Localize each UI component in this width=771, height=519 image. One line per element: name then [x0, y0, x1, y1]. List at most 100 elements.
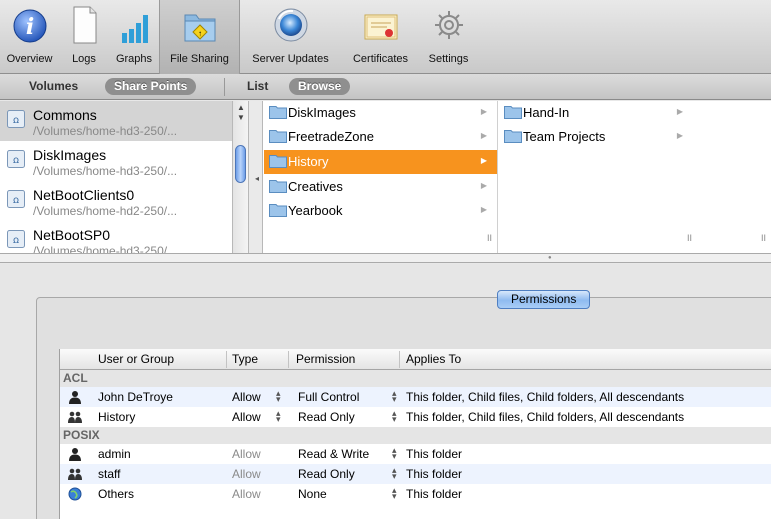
share-point-icon: ꭥ	[7, 150, 25, 168]
folder-icon	[269, 106, 287, 119]
disclosure-arrow-icon: ▶	[480, 205, 487, 214]
toolbar: i Overview Logs Graphs ↑ File Sharing Se…	[0, 0, 771, 74]
folder-row[interactable]: FreetradeZone ▶	[264, 125, 497, 149]
share-point-icon: ꭥ	[7, 230, 25, 248]
disclosure-arrow-icon: ▶	[480, 107, 487, 116]
folder-icon	[269, 155, 287, 168]
scope-divider	[224, 78, 225, 96]
toolbar-logs-button[interactable]: Logs	[59, 0, 109, 74]
toolbar-graphs-button[interactable]: Graphs	[109, 0, 159, 74]
column-resize-handle-icon[interactable]: II	[487, 233, 492, 243]
stepper-icon[interactable]: ▴ ▾	[392, 466, 397, 481]
toolbar-settings-button[interactable]: Settings	[420, 0, 477, 74]
share-list-scrollbar[interactable]: ▲ ▼	[232, 101, 248, 253]
globe-icon	[68, 487, 82, 501]
share-points-scope-button[interactable]: Share Points	[105, 78, 197, 95]
horizontal-splitter[interactable]: ●	[0, 253, 771, 263]
list-view-button[interactable]: List	[247, 79, 268, 93]
share-point-icon: ꭥ	[7, 190, 25, 208]
group-header-posix: POSIX	[60, 427, 771, 444]
info-icon: i	[13, 9, 46, 43]
volumes-scope-button[interactable]: Volumes	[29, 79, 78, 93]
stepper-icon[interactable]: ▴ ▾	[276, 409, 281, 424]
splitter-grip-icon: ◂	[255, 174, 260, 183]
folder-row[interactable]: Hand-In ▶	[499, 101, 771, 125]
software-update-icon	[274, 8, 307, 42]
gear-icon	[434, 11, 463, 39]
document-icon	[73, 6, 97, 44]
stepper-icon[interactable]: ▴ ▾	[392, 446, 397, 461]
table-row[interactable]: John DeTroye Allow ▴ ▾ Full Control ▴ ▾ Th…	[60, 387, 771, 407]
permissions-pane: Permissions User or Group Type Permissio…	[0, 264, 771, 519]
certificate-icon	[364, 14, 397, 40]
tab-permissions[interactable]: Permissions	[497, 290, 591, 309]
acl-table: User or Group Type Permission Applies To…	[59, 349, 771, 519]
svg-text:↑: ↑	[198, 29, 202, 38]
stepper-icon[interactable]: ▴ ▾	[276, 389, 281, 404]
column-header-applies-to[interactable]: Applies To	[406, 352, 461, 366]
toolbar-certificates-button[interactable]: Certificates	[341, 0, 420, 74]
column-resize-handle-icon[interactable]: II	[761, 233, 766, 243]
disclosure-arrow-icon: ▶	[676, 131, 683, 140]
folder-icon	[504, 106, 522, 119]
toolbar-file-sharing-button[interactable]: ↑ File Sharing	[159, 0, 240, 74]
folder-icon	[269, 130, 287, 143]
browse-view-button[interactable]: Browse	[289, 78, 351, 95]
toolbar-overview-button[interactable]: i Overview	[0, 0, 59, 74]
scrollbar-thumb[interactable]	[235, 145, 246, 183]
splitter-dot-icon: ●	[548, 255, 552, 261]
folder-row[interactable]: DiskImages ▶	[264, 101, 497, 125]
share-point-icon: ꭥ	[7, 110, 25, 128]
folder-row[interactable]: Team Projects ▶	[499, 125, 771, 149]
folder-icon	[269, 204, 287, 217]
stepper-icon[interactable]: ▴ ▾	[392, 486, 397, 501]
toolbar-server-updates-button[interactable]: Server Updates	[240, 0, 341, 74]
table-row[interactable]: Others Allow None ▴ ▾ This folder	[60, 484, 771, 504]
column-divider	[226, 351, 227, 368]
share-point-item[interactable]: ꭥ NetBootClients0 /Volumes/home-hd2-250/…	[0, 181, 232, 221]
column-header-type[interactable]: Type	[232, 352, 258, 366]
share-point-item[interactable]: ꭥ DiskImages /Volumes/home-hd3-250/...	[0, 141, 232, 181]
scope-bar: Volumes Share Points List Browse	[0, 74, 771, 100]
folder-row-selected[interactable]: History ▶	[264, 150, 497, 174]
stepper-icon[interactable]: ▴ ▾	[392, 409, 397, 424]
group-header-acl: ACL	[60, 370, 771, 387]
scroll-down-arrow-icon[interactable]: ▼	[237, 113, 245, 122]
group-icon	[68, 468, 82, 480]
folder-icon	[269, 180, 287, 193]
column-resize-handle-icon[interactable]: II	[687, 233, 692, 243]
table-row[interactable]: History Allow ▴ ▾ Read Only ▴ ▾ This folde…	[60, 407, 771, 427]
vertical-splitter[interactable]: ◂	[248, 101, 263, 253]
column-divider	[399, 351, 400, 368]
column-divider	[288, 351, 289, 368]
server-admin-window: i Overview Logs Graphs ↑ File Sharing Se…	[0, 0, 771, 519]
scroll-up-arrow-icon[interactable]: ▲	[237, 103, 245, 112]
share-point-list: ꭥ Commons /Volumes/home-hd3-250/... ꭥ Di…	[0, 101, 232, 253]
disclosure-arrow-icon: ▶	[480, 181, 487, 190]
svg-text:ꭥ: ꭥ	[13, 155, 19, 166]
column-header-permission[interactable]: Permission	[296, 352, 355, 366]
group-icon	[68, 411, 82, 423]
table-header: User or Group Type Permission Applies To	[60, 349, 771, 370]
bar-graph-icon	[122, 15, 148, 43]
folder-row[interactable]: Creatives ▶	[264, 175, 497, 199]
disclosure-arrow-icon: ▶	[480, 131, 487, 140]
svg-text:ꭥ: ꭥ	[13, 195, 19, 206]
table-row[interactable]: admin Allow Read & Write ▴ ▾ This folder	[60, 444, 771, 464]
shared-folder-icon: ↑	[184, 14, 215, 42]
share-point-item[interactable]: ꭥ Commons /Volumes/home-hd3-250/...	[0, 101, 232, 141]
table-row[interactable]: staff Allow Read Only ▴ ▾ This folder	[60, 464, 771, 484]
user-icon	[69, 448, 81, 461]
folder-row[interactable]: Yearbook ▶	[264, 199, 497, 223]
user-icon	[69, 391, 81, 404]
browser-column-2: Hand-In ▶ Team Projects ▶ II II	[499, 101, 771, 253]
svg-text:ꭥ: ꭥ	[13, 115, 19, 126]
browser-column-1: DiskImages ▶ FreetradeZone ▶ History ▶ C…	[264, 101, 498, 253]
stepper-icon[interactable]: ▴ ▾	[392, 389, 397, 404]
disclosure-arrow-icon: ▶	[480, 156, 487, 165]
svg-text:ꭥ: ꭥ	[13, 235, 19, 246]
column-header-user-or-group[interactable]: User or Group	[98, 352, 174, 366]
share-browser-pane: ꭥ Commons /Volumes/home-hd3-250/... ꭥ Di…	[0, 101, 771, 253]
share-point-item[interactable]: ꭥ NetBootSP0 /Volumes/home-hd3-250/...	[0, 221, 232, 253]
disclosure-arrow-icon: ▶	[676, 107, 683, 116]
